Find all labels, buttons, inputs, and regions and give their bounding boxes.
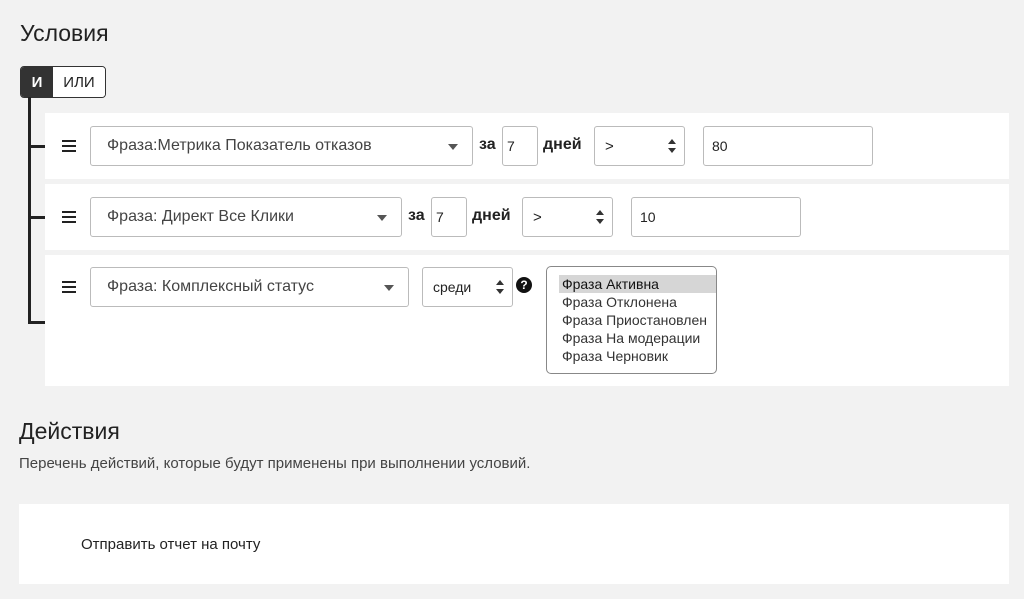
- listbox-option[interactable]: Фраза Отклонена: [559, 293, 716, 311]
- listbox-option[interactable]: Фраза Черновик: [559, 347, 716, 365]
- conditions-title: Условия: [20, 20, 109, 46]
- tree-branch: [28, 321, 46, 324]
- or-button[interactable]: ИЛИ: [53, 67, 105, 97]
- condition-row: Фраза: Директ Все Клики за 7 дней > 10: [45, 184, 1009, 250]
- listbox-option[interactable]: Фраза Приостановлен: [559, 311, 716, 329]
- operator-select[interactable]: >: [522, 197, 613, 237]
- actions-description: Перечень действий, которые будут примене…: [19, 455, 531, 472]
- actions-title: Действия: [19, 418, 120, 444]
- listbox-option[interactable]: Фраза На модерации: [559, 329, 716, 347]
- operator-select[interactable]: >: [594, 126, 685, 166]
- value-input[interactable]: 10: [631, 197, 801, 237]
- value-input[interactable]: 80: [703, 126, 873, 166]
- updown-arrows-icon: [596, 209, 604, 225]
- chevron-down-icon: [377, 215, 387, 221]
- operator-select-value: >: [605, 137, 614, 155]
- field-select[interactable]: Фраза: Директ Все Клики: [90, 197, 402, 237]
- listbox-option[interactable]: Фраза Активна: [559, 275, 716, 293]
- logic-toggle: И ИЛИ: [20, 66, 106, 98]
- operator-select-value: >: [533, 208, 542, 226]
- period-label: за: [479, 136, 496, 153]
- help-icon[interactable]: ?: [516, 277, 532, 293]
- tree-branch: [28, 145, 46, 148]
- and-button[interactable]: И: [21, 67, 53, 97]
- status-listbox[interactable]: Фраза Активна Фраза Отклонена Фраза Прио…: [546, 266, 717, 374]
- action-item-send-report[interactable]: Отправить отчет на почту: [81, 536, 260, 553]
- tree-connector: [28, 97, 31, 324]
- operator-select[interactable]: среди: [422, 267, 513, 307]
- period-input[interactable]: 7: [431, 197, 467, 237]
- field-select-value: Фраза:Метрика Показатель отказов: [107, 137, 372, 154]
- period-label: за: [408, 207, 425, 224]
- drag-handle-icon[interactable]: [62, 211, 76, 223]
- field-select-value: Фраза: Директ Все Клики: [107, 208, 294, 225]
- condition-row: Фраза: Комплексный статус среди ? Фраза …: [45, 255, 1009, 386]
- condition-row: Фраза:Метрика Показатель отказов за 7 дн…: [45, 113, 1009, 179]
- updown-arrows-icon: [668, 138, 676, 154]
- period-input[interactable]: 7: [502, 126, 538, 166]
- days-label: дней: [472, 207, 511, 224]
- field-select-value: Фраза: Комплексный статус: [107, 278, 314, 295]
- tree-branch: [28, 216, 46, 219]
- drag-handle-icon[interactable]: [62, 281, 76, 293]
- chevron-down-icon: [384, 285, 394, 291]
- days-label: дней: [543, 136, 582, 153]
- action-card: Отправить отчет на почту: [19, 504, 1009, 584]
- field-select[interactable]: Фраза: Комплексный статус: [90, 267, 409, 307]
- field-select[interactable]: Фраза:Метрика Показатель отказов: [90, 126, 473, 166]
- chevron-down-icon: [448, 144, 458, 150]
- updown-arrows-icon: [496, 279, 504, 295]
- drag-handle-icon[interactable]: [62, 140, 76, 152]
- operator-select-value: среди: [433, 279, 472, 295]
